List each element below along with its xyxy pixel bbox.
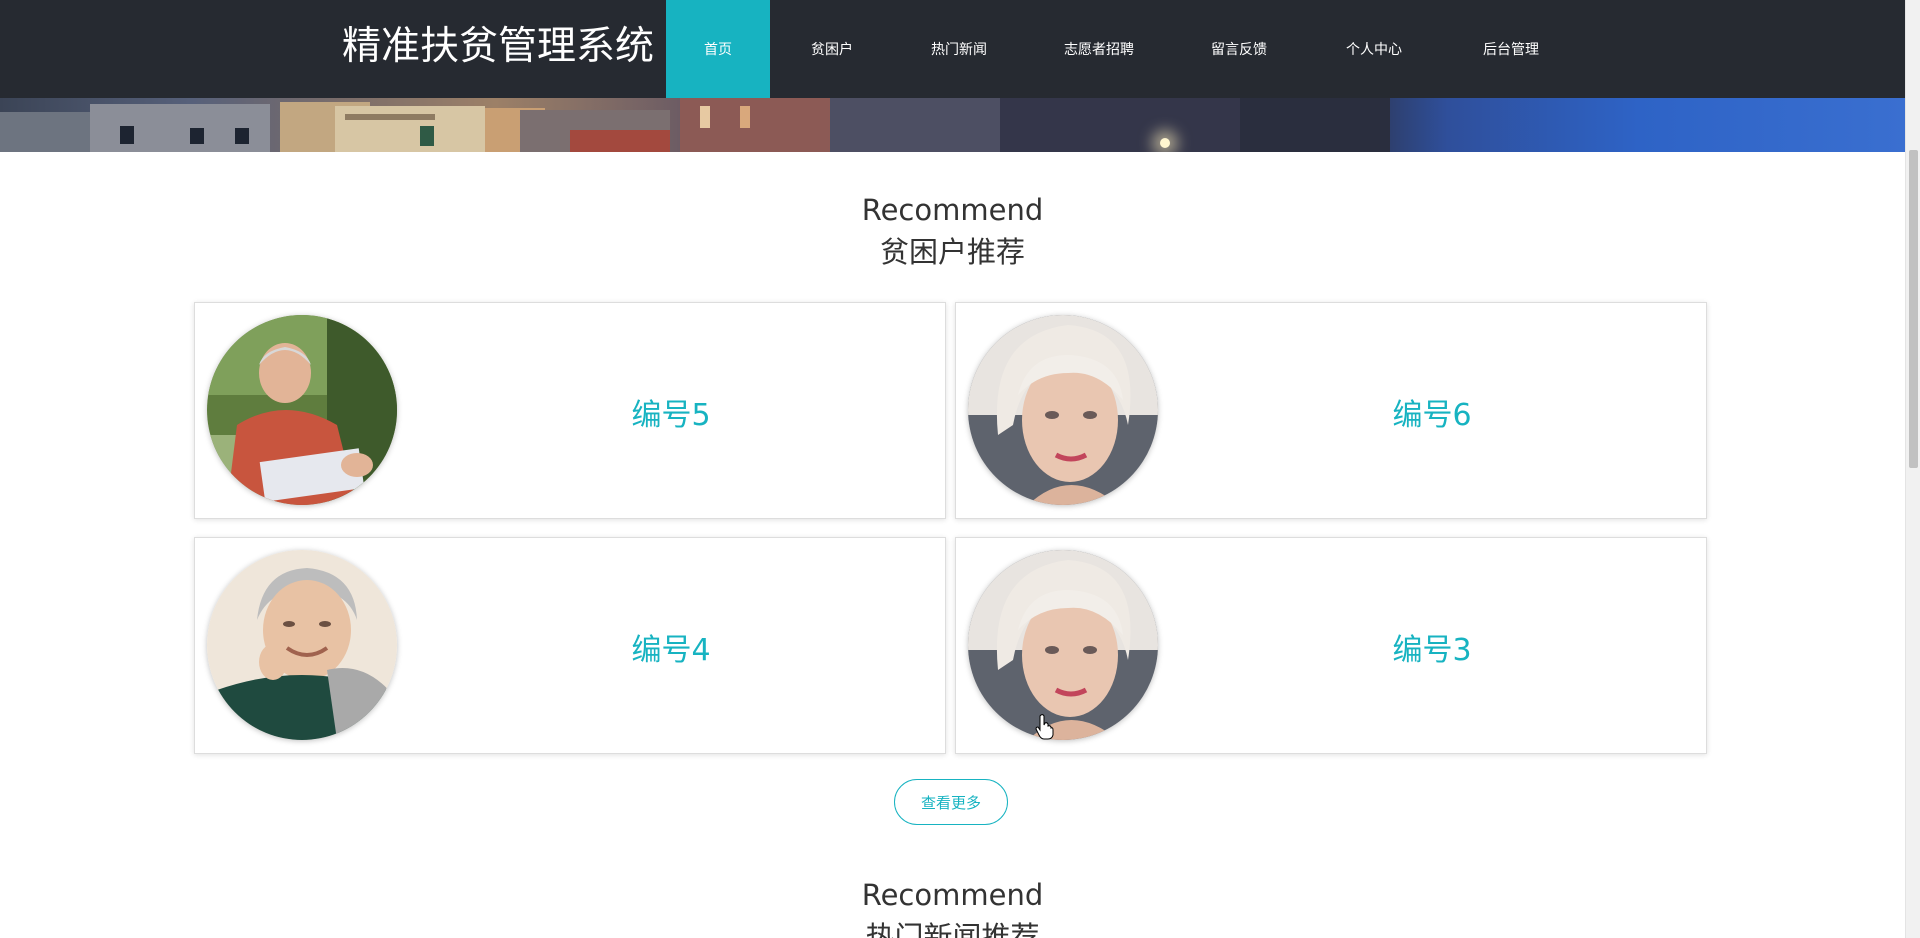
scrollbar-thumb[interactable] — [1909, 150, 1918, 468]
elderly-woman-smiling-photo[interactable] — [207, 550, 397, 740]
elderly-man-reading-photo[interactable] — [207, 315, 397, 505]
elderly-woman-portrait-photo[interactable] — [968, 550, 1158, 740]
section-title-en: Recommend — [861, 878, 1044, 912]
household-card-label[interactable]: 编号4 — [397, 538, 945, 755]
vertical-scrollbar[interactable] — [1905, 0, 1920, 938]
nav-item-admin[interactable]: 后台管理 — [1444, 0, 1578, 98]
hero-banner-image — [0, 98, 1905, 152]
household-card-label[interactable]: 编号5 — [397, 303, 945, 520]
section-title-en: Recommend — [861, 193, 1044, 227]
site-title[interactable]: 精准扶贫管理系统 — [342, 22, 654, 72]
section-title-cn: 贫困户推荐 — [879, 235, 1025, 269]
top-navbar: 精准扶贫管理系统 首页 贫困户 热门新闻 志愿者招聘 留言反馈 个人中心 后台管… — [0, 0, 1905, 98]
nav-item-user-center[interactable]: 个人中心 — [1304, 0, 1444, 98]
hand-cursor-icon — [1035, 714, 1055, 740]
nav-item-feedback[interactable]: 留言反馈 — [1174, 0, 1304, 98]
household-card[interactable]: 编号5 — [194, 302, 946, 519]
nav-item-volunteer-recruitment[interactable]: 志愿者招聘 — [1024, 0, 1174, 98]
view-more-button[interactable]: 查看更多 — [894, 779, 1008, 825]
nav-item-hot-news[interactable]: 热门新闻 — [894, 0, 1024, 98]
household-card[interactable]: 编号3 — [955, 537, 1707, 754]
household-card-label[interactable]: 编号3 — [1158, 538, 1706, 755]
news-section-heading: Recommend 热门新闻推荐 — [0, 875, 1905, 938]
recommend-section-heading: Recommend 贫困户推荐 — [0, 190, 1905, 274]
elderly-woman-portrait-photo[interactable] — [968, 315, 1158, 505]
page: 精准扶贫管理系统 首页 贫困户 热门新闻 志愿者招聘 留言反馈 个人中心 后台管… — [0, 0, 1920, 938]
section-title-cn: 热门新闻推荐 — [865, 920, 1040, 938]
main-nav: 首页 贫困户 热门新闻 志愿者招聘 留言反馈 个人中心 后台管理 — [666, 0, 1578, 98]
nav-item-poor-households[interactable]: 贫困户 — [770, 0, 894, 98]
nav-item-home[interactable]: 首页 — [666, 0, 770, 98]
household-card[interactable]: 编号6 — [955, 302, 1707, 519]
household-card[interactable]: 编号4 — [194, 537, 946, 754]
household-card-label[interactable]: 编号6 — [1158, 303, 1706, 520]
